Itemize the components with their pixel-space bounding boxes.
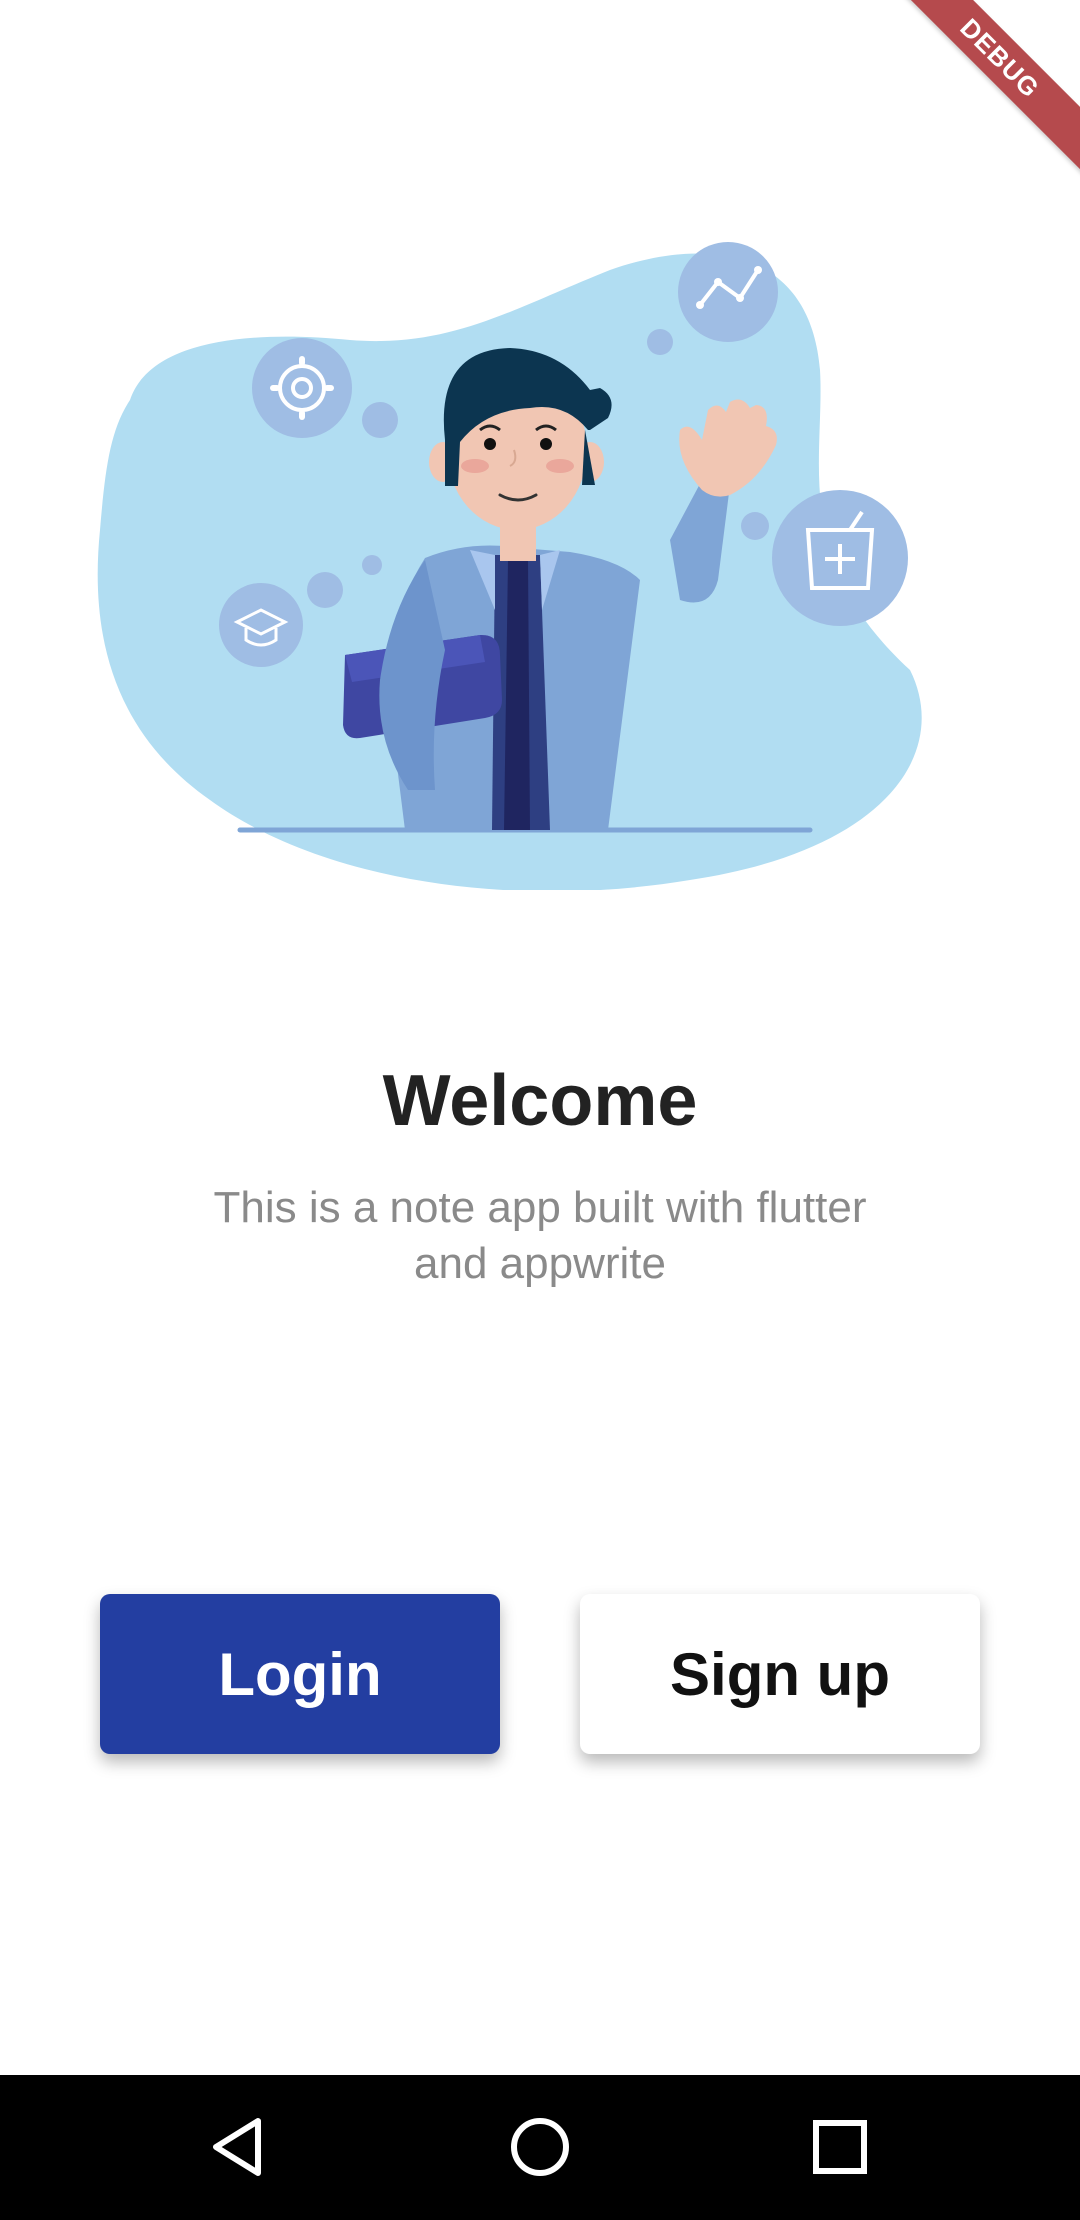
status-time: 12:5 bbox=[971, 12, 1040, 50]
welcome-title: Welcome bbox=[382, 1061, 698, 1141]
welcome-illustration bbox=[97, 242, 922, 890]
nav-back-button[interactable] bbox=[190, 2097, 290, 2197]
nav-home-button[interactable] bbox=[490, 2097, 590, 2197]
login-button[interactable]: Login bbox=[100, 1594, 500, 1754]
graduation-cap-icon bbox=[219, 583, 303, 667]
line-chart-icon bbox=[678, 242, 778, 342]
medicine-icon bbox=[772, 490, 908, 626]
circle-home-icon bbox=[511, 2118, 569, 2176]
square-recents-icon bbox=[813, 2120, 867, 2174]
gear-icon bbox=[252, 338, 352, 438]
system-navigation-bar bbox=[0, 2075, 1080, 2220]
nav-recents-button[interactable] bbox=[790, 2097, 890, 2197]
welcome-subtitle: This is a note app built with flutter an… bbox=[213, 1183, 867, 1288]
welcome-screen: 12:5 DEBUG Welcome This is a note app bu… bbox=[0, 0, 1080, 2220]
status-bar: 12:5 bbox=[0, 0, 1080, 60]
triangle-back-icon bbox=[213, 2118, 261, 2176]
signup-button[interactable]: Sign up bbox=[580, 1594, 980, 1754]
battery-icon bbox=[913, 18, 929, 44]
